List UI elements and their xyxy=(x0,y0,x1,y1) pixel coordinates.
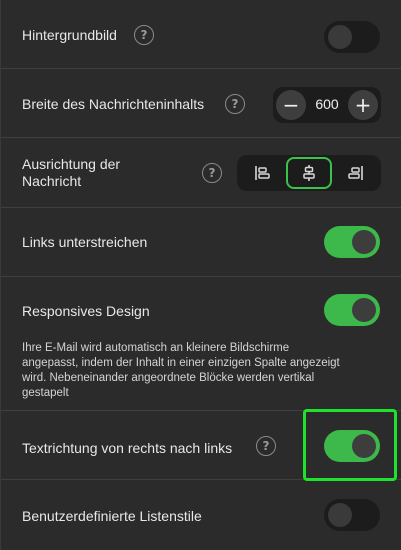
responsive-description-line1: Ihre E-Mail wird automatisch an kleinere… xyxy=(22,342,290,354)
content-width-label: Breite des Nachrichteninhalts xyxy=(22,96,205,112)
increment-button[interactable]: + xyxy=(348,90,378,120)
setting-row-underline-links: Links unterstreichen xyxy=(1,208,401,277)
focus-highlight xyxy=(303,409,397,481)
help-icon[interactable]: ? xyxy=(225,94,245,114)
toggle-knob xyxy=(328,503,352,527)
setting-row-responsive: Responsives Design Ihre E-Mail wird auto… xyxy=(1,277,401,411)
help-icon[interactable]: ? xyxy=(134,25,154,45)
toggle-knob xyxy=(352,298,376,322)
custom-list-styles-toggle[interactable] xyxy=(324,499,380,531)
help-icon[interactable]: ? xyxy=(256,436,276,456)
help-icon[interactable]: ? xyxy=(202,163,222,183)
left-align-icon xyxy=(255,166,270,180)
rtl-label: Textrichtung von rechts nach links xyxy=(22,440,233,456)
responsive-description-line4: gestapelt xyxy=(22,387,69,399)
content-width-value[interactable]: 600 xyxy=(309,96,345,112)
center-align-icon xyxy=(303,165,315,181)
content-width-stepper: − 600 + xyxy=(273,87,381,123)
alignment-label-line1: Ausrichtung der xyxy=(22,156,121,172)
align-center-button[interactable] xyxy=(286,157,332,189)
settings-panel: Hintergrundbild ? Breite des Nachrichten… xyxy=(0,0,401,550)
toggle-knob xyxy=(352,230,376,254)
underline-links-label: Links unterstreichen xyxy=(22,234,148,250)
right-align-icon xyxy=(348,166,363,180)
responsive-description-line2: angepasst, indem der Inhalt in einer ein… xyxy=(22,357,340,369)
align-right-button[interactable] xyxy=(333,157,379,189)
alignment-button-group xyxy=(237,155,381,191)
responsive-description-line3: wird. Nebeneinander angeordnete Blöcke w… xyxy=(22,372,315,384)
toggle-knob xyxy=(328,25,352,49)
align-left-button[interactable] xyxy=(239,157,285,189)
responsive-toggle[interactable] xyxy=(324,294,380,326)
underline-links-toggle[interactable] xyxy=(324,226,380,258)
responsive-label: Responsives Design xyxy=(22,303,150,319)
setting-row-background-image: Hintergrundbild ? xyxy=(1,0,401,69)
background-image-label: Hintergrundbild xyxy=(22,27,117,43)
custom-list-styles-label: Benutzerdefinierte Listenstile xyxy=(22,508,202,524)
alignment-label-line2: Nachricht xyxy=(22,173,82,189)
background-image-toggle[interactable] xyxy=(324,21,380,53)
setting-row-custom-list-styles: Benutzerdefinierte Listenstile xyxy=(1,480,401,550)
decrement-button[interactable]: − xyxy=(276,90,306,120)
